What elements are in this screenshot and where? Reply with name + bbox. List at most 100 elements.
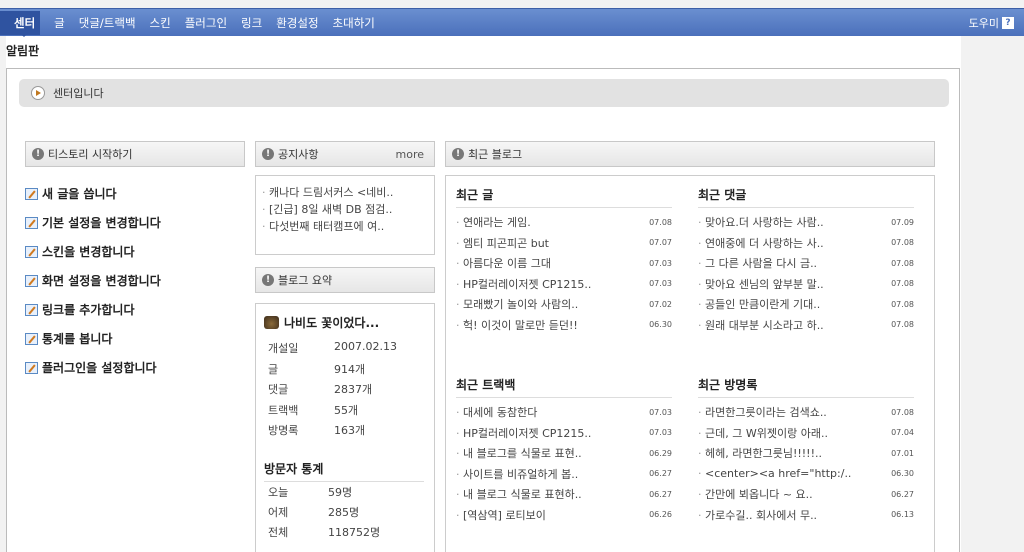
- list-item[interactable]: 내 블로그를 식물로 표현.. 06.29: [456, 443, 672, 464]
- list-item[interactable]: 맞아요.더 사랑하는 사람.. 07.09: [698, 212, 914, 233]
- menu-invite[interactable]: 초대하기: [333, 11, 375, 35]
- start-item-screen-settings[interactable]: 화면 설정을 변경합니다: [25, 266, 161, 295]
- recent-guestbook: 최근 방명록 라면한그릇이라는 검색쇼.. 07.08 근데, 그 W위젯이랑 아…: [698, 376, 914, 525]
- item-title: 연애중에 더 사랑하는 사..: [698, 235, 824, 251]
- edit-icon: [25, 274, 38, 287]
- menu-plugin[interactable]: 플러그인: [185, 11, 227, 35]
- notice-item[interactable]: 다섯번째 태터캠프에 여..: [262, 218, 434, 235]
- edit-icon: [25, 187, 38, 200]
- list-item[interactable]: 대세에 동참한다 07.03: [456, 402, 672, 423]
- visitor-key: 오늘: [268, 486, 289, 499]
- list-item[interactable]: 맞아요 센님의 앞부분 말.. 07.08: [698, 274, 914, 295]
- visitor-stats-title: 방문자 통계: [264, 460, 424, 482]
- start-item-stats[interactable]: 통계를 봅니다: [25, 324, 161, 353]
- summary-rows: 개설일 2007.02.13 글 914개 댓글 2837개 트랙백 55개 방명록 16…: [268, 340, 397, 443]
- list-item[interactable]: 사이트를 비쥬얼하게 봅.. 06.27: [456, 464, 672, 485]
- item-title: 그 다른 사람을 다시 금..: [698, 255, 817, 271]
- list-item[interactable]: 아름다운 이름 그대 07.03: [456, 253, 672, 274]
- summary-value: 55개: [334, 403, 359, 417]
- start-item-skin[interactable]: 스킨을 변경합니다: [25, 237, 161, 266]
- list-item[interactable]: 모래빴기 놀이와 사람의.. 07.02: [456, 294, 672, 315]
- recent-comments-title: 최근 댓글: [698, 186, 914, 208]
- menu-skin[interactable]: 스킨: [150, 11, 171, 35]
- play-icon: [31, 86, 45, 100]
- menu-settings[interactable]: 환경설정: [276, 11, 318, 35]
- list-item[interactable]: 공들인 만큼이란게 기대.. 07.08: [698, 294, 914, 315]
- item-date: 06.26: [649, 510, 672, 520]
- item-date: 07.08: [891, 320, 914, 330]
- list-item[interactable]: HP컬러레이저젯 CP1215.. 07.03: [456, 274, 672, 295]
- summary-key: 댓글: [268, 383, 289, 396]
- list-item[interactable]: 헉! 이것이 말로만 듣던!! 06.30: [456, 315, 672, 336]
- alert-icon: !: [262, 148, 274, 160]
- item-date: 07.01: [891, 448, 914, 458]
- blog-name-row: 나비도 꽃이었다...: [264, 314, 379, 331]
- menu-posts[interactable]: 글: [54, 11, 65, 35]
- menu-link[interactable]: 링크: [241, 11, 262, 35]
- start-item-plugin[interactable]: 플러그인을 설정합니다: [25, 353, 161, 382]
- item-title: 간만에 뵈옵니다 ~ 요..: [698, 486, 813, 502]
- visitor-row: 전체 118752명: [268, 524, 380, 544]
- item-title: 사이트를 비쥬얼하게 봅..: [456, 466, 578, 482]
- summary-value: 914개: [334, 362, 366, 376]
- item-date: 07.03: [649, 258, 672, 268]
- item-title: 맞아요.더 사랑하는 사람..: [698, 214, 824, 230]
- list-item[interactable]: 연애라는 게임. 07.08: [456, 212, 672, 233]
- summary-panel-title: 블로그 요약: [278, 274, 333, 287]
- list-item[interactable]: 엠티 피곤피곤 but 07.07: [456, 233, 672, 254]
- list-item[interactable]: [역삼역] 로티보이 06.26: [456, 505, 672, 526]
- notice-panel-title: 공지사항: [278, 148, 319, 161]
- notice-item[interactable]: [긴급] 8일 새벽 DB 점검..: [262, 201, 434, 218]
- notice-list: 캐나다 드림서커스 <네비.. [긴급] 8일 새벽 DB 점검.. 다섯번째 …: [256, 176, 434, 235]
- list-item[interactable]: 헤헤, 라면한그릇님!!!!!.. 07.01: [698, 443, 914, 464]
- recent-panel-header: ! 최근 블로그: [445, 141, 935, 167]
- right-gutter: [961, 36, 1024, 552]
- welcome-banner: 센터입니다: [19, 79, 949, 107]
- notice-more-link[interactable]: more: [396, 148, 425, 161]
- list-item[interactable]: 라면한그릇이라는 검색쇼.. 07.08: [698, 402, 914, 423]
- start-panel-header: ! 티스토리 시작하기: [25, 141, 245, 167]
- visitor-value: 118752명: [328, 526, 381, 539]
- recent-box: 최근 글 연애라는 게임. 07.08 엠티 피곤피곤 but 07.07 아름다운…: [445, 175, 935, 552]
- summary-value: 2837개: [334, 383, 373, 396]
- recent-panel-title: 최근 블로그: [468, 148, 523, 161]
- list-item[interactable]: 그 다른 사람을 다시 금.. 07.08: [698, 253, 914, 274]
- start-item-basic-settings[interactable]: 기본 설정을 변경합니다: [25, 208, 161, 237]
- visitor-row: 어제 285명: [268, 504, 380, 524]
- list-item[interactable]: HP컬러레이저젯 CP1215.. 07.03: [456, 423, 672, 444]
- item-title: 연애라는 게임.: [456, 214, 531, 230]
- menu: 센터 글 댓글/트랙백 스킨 플러그인 링크 환경설정 초대하기: [0, 9, 389, 37]
- start-item-label: 플러그인을 설정합니다: [42, 361, 157, 375]
- help-icon: ?: [1002, 17, 1014, 29]
- item-date: 07.07: [649, 238, 672, 248]
- item-date: 06.30: [891, 469, 914, 479]
- menu-center[interactable]: 센터: [0, 11, 41, 37]
- list-item[interactable]: 내 블로그 식물로 표현하.. 06.27: [456, 484, 672, 505]
- recent-guestbook-title: 최근 방명록: [698, 376, 914, 398]
- menu-comments-trackbacks[interactable]: 댓글/트랙백: [79, 11, 136, 35]
- edit-icon: [25, 332, 38, 345]
- item-date: 06.27: [891, 489, 914, 499]
- start-item-label: 통계를 봅니다: [42, 332, 113, 346]
- list-item[interactable]: 근데, 그 W위젯이랑 아래.. 07.04: [698, 423, 914, 444]
- item-date: 06.27: [649, 489, 672, 499]
- item-title: HP컬러레이저젯 CP1215..: [456, 425, 591, 441]
- help-link[interactable]: 도우미 ?: [969, 15, 1014, 31]
- alert-icon: !: [32, 148, 44, 160]
- start-item-write[interactable]: 새 글을 씁니다: [25, 179, 161, 208]
- list-item[interactable]: 간만에 뵈옵니다 ~ 요.. 06.27: [698, 484, 914, 505]
- summary-row: 글 914개: [268, 361, 397, 382]
- recent-posts: 최근 글 연애라는 게임. 07.08 엠티 피곤피곤 but 07.07 아름다운…: [456, 186, 672, 335]
- blog-name: 나비도 꽃이었다...: [284, 316, 380, 330]
- summary-row: 방명록 163개: [268, 422, 397, 443]
- list-item[interactable]: 원래 대부분 시소라고 하.. 07.08: [698, 315, 914, 336]
- item-date: 07.02: [649, 299, 672, 309]
- list-item[interactable]: 가로수길.. 회사에서 무.. 06.13: [698, 505, 914, 526]
- start-item-link[interactable]: 링크를 추가합니다: [25, 295, 161, 324]
- list-item[interactable]: 연애중에 더 사랑하는 사.. 07.08: [698, 233, 914, 254]
- item-date: 07.08: [891, 258, 914, 268]
- list-item[interactable]: <center><a href="http:/.. 06.30: [698, 464, 914, 485]
- summary-box: 나비도 꽃이었다... 개설일 2007.02.13 글 914개 댓글 2837개 …: [255, 303, 435, 552]
- notice-item[interactable]: 캐나다 드림서커스 <네비..: [262, 184, 434, 201]
- item-date: 06.29: [649, 448, 672, 458]
